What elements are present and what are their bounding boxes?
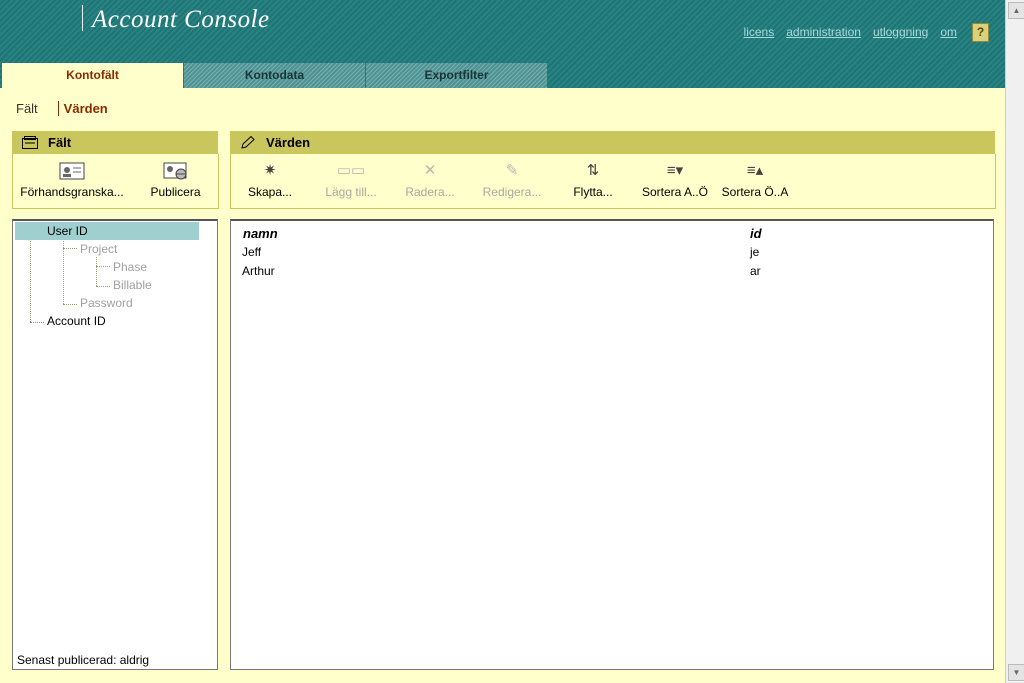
top-links: licens administration utloggning om — [744, 25, 957, 39]
delete-icon: ✕ — [423, 162, 437, 179]
move-button[interactable]: ⇅ Flytta... — [559, 154, 627, 206]
falt-panel-header: Fält — [12, 131, 218, 154]
varden-panel-header: Värden — [230, 131, 995, 154]
tree-node-phase[interactable]: Phase — [113, 258, 147, 276]
falt-toolbar: Förhandsgranska... Publicera — [12, 154, 219, 209]
preview-button-label: Förhandsgranska... — [20, 185, 124, 199]
preview-icon — [59, 162, 85, 180]
subtab-varden[interactable]: Värden — [57, 101, 108, 116]
sort-desc-button[interactable]: ≡▴ Sortera Ö..A — [717, 154, 793, 206]
sort-asc-icon: ≡▾ — [666, 162, 684, 179]
sub-tabs: Fält Värden — [16, 101, 108, 116]
tab-kontodata[interactable]: Kontodata — [184, 63, 365, 88]
sort-asc-button[interactable]: ≡▾ Sortera A..Ö — [635, 154, 715, 206]
create-button-label: Skapa... — [247, 185, 293, 199]
tree-connector — [30, 322, 44, 323]
cell-id: ar — [750, 264, 761, 278]
link-utloggning[interactable]: utloggning — [873, 25, 928, 39]
brand-divider — [82, 5, 83, 31]
help-icon[interactable]: ? — [972, 23, 989, 42]
create-button[interactable]: ✷ Skapa... — [237, 154, 303, 206]
varden-toolbar: ✷ Skapa... ▭▭ Lägg till... ✕ Radera... ✎… — [230, 154, 996, 209]
link-om[interactable]: om — [940, 25, 957, 39]
move-button-label: Flytta... — [573, 185, 613, 199]
varden-panel-title: Värden — [266, 135, 311, 150]
cell-namn: Jeff — [242, 245, 262, 259]
publish-status: Senast publicerad: aldrig — [17, 653, 150, 667]
pencil-icon — [241, 136, 255, 149]
tree-connector — [96, 257, 97, 286]
tree-node-user-id[interactable]: User ID — [15, 222, 199, 240]
sort-desc-button-label: Sortera Ö..A — [721, 185, 789, 199]
delete-button-label: Radera... — [405, 185, 455, 199]
main-tabs: Kontofält Kontodata Exportfilter — [2, 63, 548, 88]
cell-id: je — [750, 245, 760, 259]
delete-button[interactable]: ✕ Radera... — [397, 154, 463, 206]
publish-button-label: Publicera — [150, 185, 201, 199]
subtab-falt[interactable]: Fält — [16, 101, 38, 116]
tree-connector — [96, 286, 110, 287]
tree-connector — [63, 248, 77, 249]
field-tree: User ID Project Phase Billable Password … — [12, 219, 218, 670]
page: Account Console licens administration ut… — [0, 0, 1005, 683]
link-licens[interactable]: licens — [744, 25, 775, 39]
tree-node-password[interactable]: Password — [80, 294, 133, 312]
cell-namn: Arthur — [242, 264, 275, 278]
edit-button[interactable]: ✎ Redigera... — [475, 154, 549, 206]
sort-desc-icon: ≡▴ — [746, 162, 764, 179]
tree-connector — [96, 266, 110, 267]
falt-panel-title: Fält — [48, 135, 72, 150]
add-button-label: Lägg till... — [325, 185, 377, 199]
publish-button[interactable]: Publicera — [133, 154, 218, 206]
tree-connector — [63, 304, 77, 305]
tab-kontofalt[interactable]: Kontofält — [2, 63, 183, 88]
scroll-up-icon[interactable]: ▲ — [1008, 2, 1024, 19]
tree-node-project[interactable]: Project — [80, 240, 117, 258]
column-header-id[interactable]: id — [750, 226, 762, 241]
add-button[interactable]: ▭▭ Lägg till... — [315, 154, 387, 206]
folder-icon — [22, 136, 38, 149]
tree-node-billable[interactable]: Billable — [113, 276, 152, 294]
sort-asc-button-label: Sortera A..Ö — [641, 185, 709, 199]
edit-icon: ✎ — [505, 162, 519, 179]
app-title: Account Console — [92, 6, 270, 33]
vertical-scrollbar[interactable]: ▲ ▼ — [1005, 0, 1024, 683]
app-header: Account Console licens administration ut… — [0, 0, 1005, 88]
publish-icon — [163, 162, 186, 180]
tree-connector — [30, 230, 31, 322]
add-icon: ▭▭ — [336, 162, 366, 179]
move-icon: ⇅ — [586, 162, 600, 179]
column-header-namn[interactable]: namn — [243, 226, 278, 241]
create-icon: ✷ — [263, 162, 277, 179]
values-table: namn id Jeff je Arthur ar — [230, 219, 994, 670]
link-administration[interactable]: administration — [786, 25, 861, 39]
tree-node-account-id[interactable]: Account ID — [47, 312, 106, 330]
edit-button-label: Redigera... — [482, 185, 542, 199]
tab-exportfilter[interactable]: Exportfilter — [366, 63, 547, 88]
preview-button[interactable]: Förhandsgranska... — [13, 154, 131, 206]
scroll-down-icon[interactable]: ▼ — [1008, 664, 1024, 681]
